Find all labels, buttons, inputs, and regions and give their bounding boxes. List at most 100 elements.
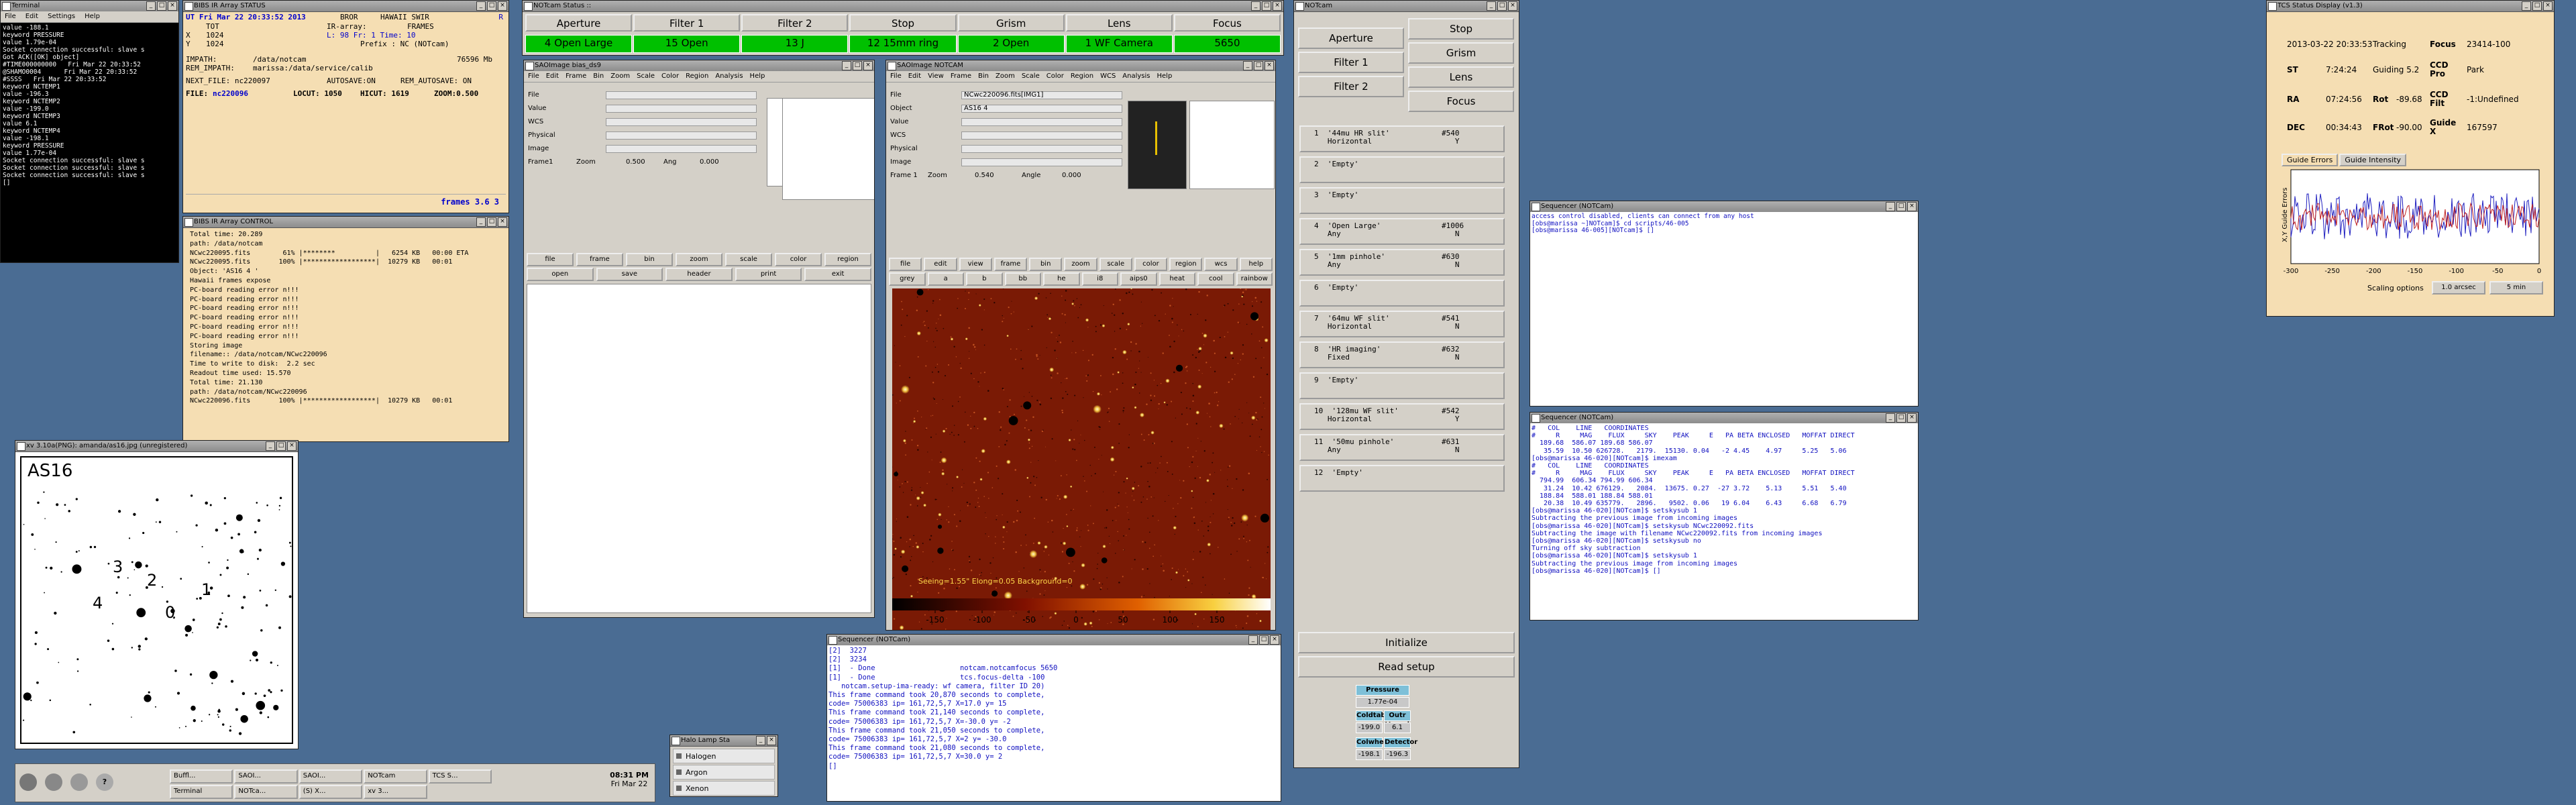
task-button[interactable]: (S) X...	[299, 785, 363, 799]
menu-1[interactable]: Edit	[908, 71, 921, 82]
titlebar[interactable]: SAOImage NOTCAM _ □ ×	[886, 60, 1275, 72]
titlebar[interactable]: Sequencer (NOTCam) _ □ ×	[1530, 201, 1918, 213]
maximize-button[interactable]: □	[2532, 1, 2542, 11]
xv-image-window[interactable]: xv 3.10a(PNG): amanda/as16.jpg (unregist…	[15, 440, 299, 749]
status-header[interactable]: Focus	[1173, 14, 1281, 32]
sequencer-output[interactable]: [2] 3227 [2] 3234 [1] - Done notcam.notcam…	[827, 645, 1281, 801]
menu-8[interactable]: Analysis	[715, 71, 743, 82]
aperture-slot[interactable]: 11 '50mu pinhole' Any #631 N	[1299, 434, 1505, 461]
minimize-button[interactable]: _	[1243, 61, 1252, 70]
ds9-button[interactable]: region	[824, 253, 871, 266]
aperture-slot[interactable]: 10 '128mu WF slit' Horizontal #542 Y	[1299, 403, 1505, 430]
minimize-button[interactable]: _	[476, 1, 486, 11]
maximize-button[interactable]: □	[487, 217, 496, 227]
titlebar[interactable]: Sequencer (NOTCam) _ □ ×	[1530, 413, 1918, 424]
ds9-button[interactable]: bin	[1029, 258, 1063, 271]
menu-7[interactable]: Region	[686, 71, 708, 82]
sequencer-output[interactable]: # COL LINE COORDINATES # R MAG FLUX SKY P…	[1530, 423, 1918, 620]
scale-select[interactable]: 1.0 arcsec	[2432, 281, 2485, 294]
task-button[interactable]: NOTcam	[364, 769, 427, 784]
aperture-slot[interactable]: 4 'Open Large' Any #1006 N	[1299, 218, 1505, 245]
menu-9[interactable]: Help	[750, 71, 765, 82]
status-header[interactable]: Lens	[1065, 14, 1173, 32]
ds9-button[interactable]: wcs	[1204, 258, 1238, 271]
sequencer-bottom-window[interactable]: Sequencer (NOTCam) _ □ × [2] 3227 [2] 3234[…	[826, 634, 1281, 802]
ds9-button[interactable]: i8	[1081, 272, 1118, 286]
ds9-bias-window[interactable]: SAOImage bias_ds9 _ □ × File Edit Frame Bin Zo…	[523, 60, 875, 618]
sequencer-output[interactable]: access control disabled, clients can con…	[1530, 212, 1918, 406]
menu-7[interactable]: Color	[1046, 71, 1064, 82]
aperture-slot[interactable]: 9 'Empty'	[1299, 372, 1505, 399]
ds9-button[interactable]: aips0	[1120, 272, 1157, 286]
sequencer-top-window[interactable]: Sequencer (NOTCam) _ □ × access control di…	[1529, 201, 1919, 407]
ds9-button[interactable]: file	[527, 253, 574, 266]
ds9-notcam-window[interactable]: SAOImage NOTCAM _ □ × File Edit View Frame Bin…	[885, 60, 1276, 631]
halogen-lamp-window[interactable]: Halo Lamp Sta _ × Halogen Argon Xenon	[669, 735, 778, 797]
help-icon[interactable]: ?	[96, 773, 113, 791]
menu-10[interactable]: Analysis	[1122, 71, 1150, 82]
ds9-button[interactable]: color	[775, 253, 822, 266]
maximize-button[interactable]: □	[1896, 413, 1906, 423]
menu-11[interactable]: Help	[1157, 71, 1173, 82]
close-button[interactable]: ×	[498, 217, 507, 227]
ds9-button[interactable]: help	[1239, 258, 1273, 271]
lamp-row[interactable]: Argon	[673, 765, 775, 780]
ds9-button[interactable]: scale	[1099, 258, 1132, 271]
titlebar[interactable]: SAOImage bias_ds9 _ □ ×	[524, 60, 874, 72]
close-button[interactable]: ×	[863, 61, 873, 70]
maximize-button[interactable]: □	[1254, 61, 1263, 70]
ds9-button[interactable]: save	[596, 268, 663, 281]
minimize-button[interactable]: _	[476, 217, 486, 227]
panner[interactable]	[782, 98, 874, 200]
task-button[interactable]: xv 3...	[364, 785, 427, 799]
maximize-button[interactable]: □	[1259, 635, 1269, 645]
bibs-status-window[interactable]: BIBS IR Array STATUS _ □ × UT Fri Mar 22 2…	[182, 0, 509, 213]
titlebar[interactable]: Terminal _ □ ×	[1, 1, 178, 12]
minimize-button[interactable]: _	[842, 61, 851, 70]
time-select[interactable]: 5 min	[2489, 281, 2543, 294]
task-button[interactable]: SAOI...	[234, 769, 298, 784]
task-button[interactable]: Terminal	[170, 785, 233, 799]
minimize-button[interactable]: _	[266, 441, 275, 451]
aperture-slot[interactable]: 3 'Empty'	[1299, 187, 1505, 214]
titlebar[interactable]: Sequencer (NOTCam) _ □ ×	[827, 635, 1281, 646]
status-header[interactable]: Filter 2	[741, 14, 849, 32]
ds9-button[interactable]: frame	[994, 258, 1028, 271]
initialize-button[interactable]: Initialize	[1298, 632, 1515, 653]
ds9-button[interactable]: zoom	[676, 253, 722, 266]
titlebar[interactable]: xv 3.10a(PNG): amanda/as16.jpg (unregist…	[15, 441, 298, 452]
ds9-button[interactable]: print	[735, 268, 802, 281]
tab-guide-errors[interactable]: Guide Errors	[2282, 154, 2339, 166]
terminal-window[interactable]: Terminal _ □ × File Edit Settings Help value …	[0, 0, 179, 263]
maximize-button[interactable]: □	[1896, 202, 1906, 211]
close-button[interactable]: ×	[1270, 635, 1279, 645]
menu-0[interactable]: File	[5, 11, 16, 22]
menu-3[interactable]: Frame	[951, 71, 971, 82]
menu-1[interactable]: Edit	[546, 71, 559, 82]
tab-guide-intensity[interactable]: Guide Intensity	[2339, 154, 2407, 166]
titlebar[interactable]: BIBS IR Array STATUS _ □ ×	[183, 1, 508, 12]
task-button[interactable]: NOTca...	[234, 785, 298, 799]
status-header[interactable]: Filter 1	[633, 14, 741, 32]
ds9-button[interactable]: a	[927, 272, 964, 286]
menu-4[interactable]: Zoom	[610, 71, 630, 82]
maximize-button[interactable]: □	[276, 441, 286, 451]
notcam-status-window[interactable]: NOTcam Status :: _ □ × Aperture Filter 1 Fil…	[522, 0, 1284, 56]
ds9-button[interactable]: grey	[889, 272, 926, 286]
ds9-button[interactable]: scale	[725, 253, 772, 266]
aperture-slot[interactable]: 12 'Empty'	[1299, 465, 1505, 492]
minimize-button[interactable]: _	[146, 1, 156, 11]
ds9-button[interactable]: frame	[576, 253, 623, 266]
panner[interactable]	[1189, 101, 1275, 189]
lamp-row[interactable]: Xenon	[673, 781, 775, 796]
menu-0[interactable]: File	[528, 71, 539, 82]
close-button[interactable]: ×	[2543, 1, 2553, 11]
status-header[interactable]: Aperture	[525, 14, 633, 32]
ds9-button[interactable]: he	[1043, 272, 1080, 286]
close-button[interactable]: ×	[498, 1, 507, 11]
menu-2[interactable]: View	[928, 71, 944, 82]
maximize-button[interactable]: □	[157, 1, 166, 11]
menu-6[interactable]: Color	[661, 71, 679, 82]
close-button[interactable]: ×	[168, 1, 177, 11]
ds9-button[interactable]: open	[527, 268, 594, 281]
